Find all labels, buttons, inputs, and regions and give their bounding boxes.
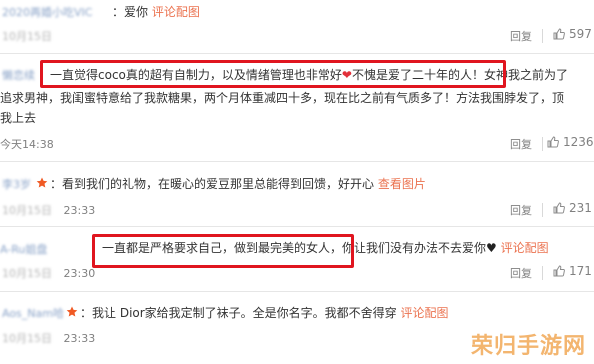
comment-body: 我让 Dior家给我定制了袜子。全是你名字。我都不舍得穿 bbox=[92, 306, 397, 320]
comment-date: 10月15日 bbox=[2, 267, 52, 280]
comment-date: 10月15日 bbox=[2, 30, 52, 43]
colon-separator: ： bbox=[80, 306, 93, 320]
comment-date: 今天 bbox=[0, 138, 22, 151]
comment-body: 看到我们的礼物，在暖心的爱豆那里总能得到回馈，好开心 bbox=[62, 177, 375, 191]
highlight-box bbox=[40, 60, 506, 88]
reply-button[interactable]: 回复 bbox=[510, 136, 532, 152]
colon-separator: ： bbox=[50, 177, 63, 191]
image-link[interactable]: 评论配图 bbox=[152, 5, 200, 19]
reply-button[interactable]: 回复 bbox=[510, 28, 532, 44]
thumbs-up-icon bbox=[553, 202, 565, 214]
star-badge-icon bbox=[66, 306, 78, 317]
comment-timestamp: 10月15日 23:30 bbox=[2, 265, 95, 281]
image-link[interactable]: 查看图片 bbox=[378, 177, 426, 191]
comment-1: 2020再婚小吃VIC ：爱你 评论配图 10月15日 回复 597 bbox=[0, 0, 594, 52]
comment-username[interactable]: 懒恋续 bbox=[2, 67, 35, 83]
comment-timestamp: 今天14:38 bbox=[0, 136, 54, 152]
image-link[interactable]: 评论配图 bbox=[501, 241, 549, 255]
colon-separator: ： bbox=[112, 5, 125, 19]
like-count: 171 bbox=[569, 264, 592, 278]
comment-date: 10月15日 bbox=[2, 332, 52, 345]
image-link[interactable]: 评论配图 bbox=[401, 306, 449, 320]
comment-body-tail: 你让我们没有办法不去爱你 bbox=[342, 241, 487, 255]
like-button[interactable]: 1236 bbox=[547, 135, 594, 149]
action-divider bbox=[542, 29, 543, 43]
comment-username[interactable]: 2020再婚小吃VIC bbox=[2, 4, 92, 20]
comment-text-line2: 追求男神，我闺蜜特意给了我款糖果，两个月体重减四十多，现在比之前有气质多了！方法… bbox=[0, 91, 565, 105]
like-button[interactable]: 231 bbox=[553, 201, 592, 215]
action-divider bbox=[542, 203, 543, 217]
thumbs-up-icon bbox=[547, 136, 559, 148]
reply-button[interactable]: 回复 bbox=[510, 202, 532, 218]
comment-body: 爱你 bbox=[124, 5, 149, 19]
comment-time: 14:38 bbox=[22, 138, 54, 151]
comment-timestamp: 10月15日 23:33 bbox=[2, 330, 95, 346]
like-count: 1236 bbox=[563, 135, 594, 149]
comment-date: 10月15日 bbox=[2, 204, 52, 217]
thumbs-up-icon bbox=[553, 265, 565, 277]
action-divider bbox=[542, 266, 543, 280]
highlight-box bbox=[92, 234, 354, 268]
like-button[interactable]: 597 bbox=[553, 27, 592, 41]
comment-time: 23:30 bbox=[63, 267, 96, 280]
comment-username[interactable]: A-Ru姐盘 bbox=[0, 241, 47, 257]
comment-time: 23:33 bbox=[63, 204, 96, 217]
reply-button[interactable]: 回复 bbox=[510, 265, 532, 281]
heart-emoji-icon: ♥ bbox=[486, 241, 497, 255]
like-count: 597 bbox=[569, 27, 592, 41]
comment-timestamp: 10月15日 bbox=[2, 28, 52, 44]
comment-time: 23:33 bbox=[63, 332, 96, 345]
comment-username[interactable]: 李3岁 bbox=[2, 176, 31, 192]
comment-timestamp: 10月15日 23:33 bbox=[2, 202, 95, 218]
like-count: 231 bbox=[569, 201, 592, 215]
comment-username[interactable]: Aos_Nam哈 bbox=[2, 305, 64, 321]
action-divider bbox=[542, 137, 543, 151]
comment-text: ：爱你 评论配图 bbox=[112, 3, 200, 20]
comment-text-line3: 我上去 bbox=[0, 111, 37, 125]
comment-3: 李3岁 ：看到我们的礼物，在暖心的爱豆那里总能得到回馈，好开心 查看图片 10月… bbox=[0, 162, 594, 225]
comment-text: ：看到我们的礼物，在暖心的爱豆那里总能得到回馈，好开心 查看图片 bbox=[50, 175, 426, 192]
comment-text: ：我让 Dior家给我定制了袜子。全是你名字。我都不舍得穿 评论配图 bbox=[80, 304, 449, 321]
watermark-logo: 荣归手游网 bbox=[470, 334, 586, 359]
star-badge-icon bbox=[36, 177, 48, 188]
thumbs-up-icon bbox=[553, 28, 565, 40]
like-button[interactable]: 171 bbox=[553, 264, 592, 278]
